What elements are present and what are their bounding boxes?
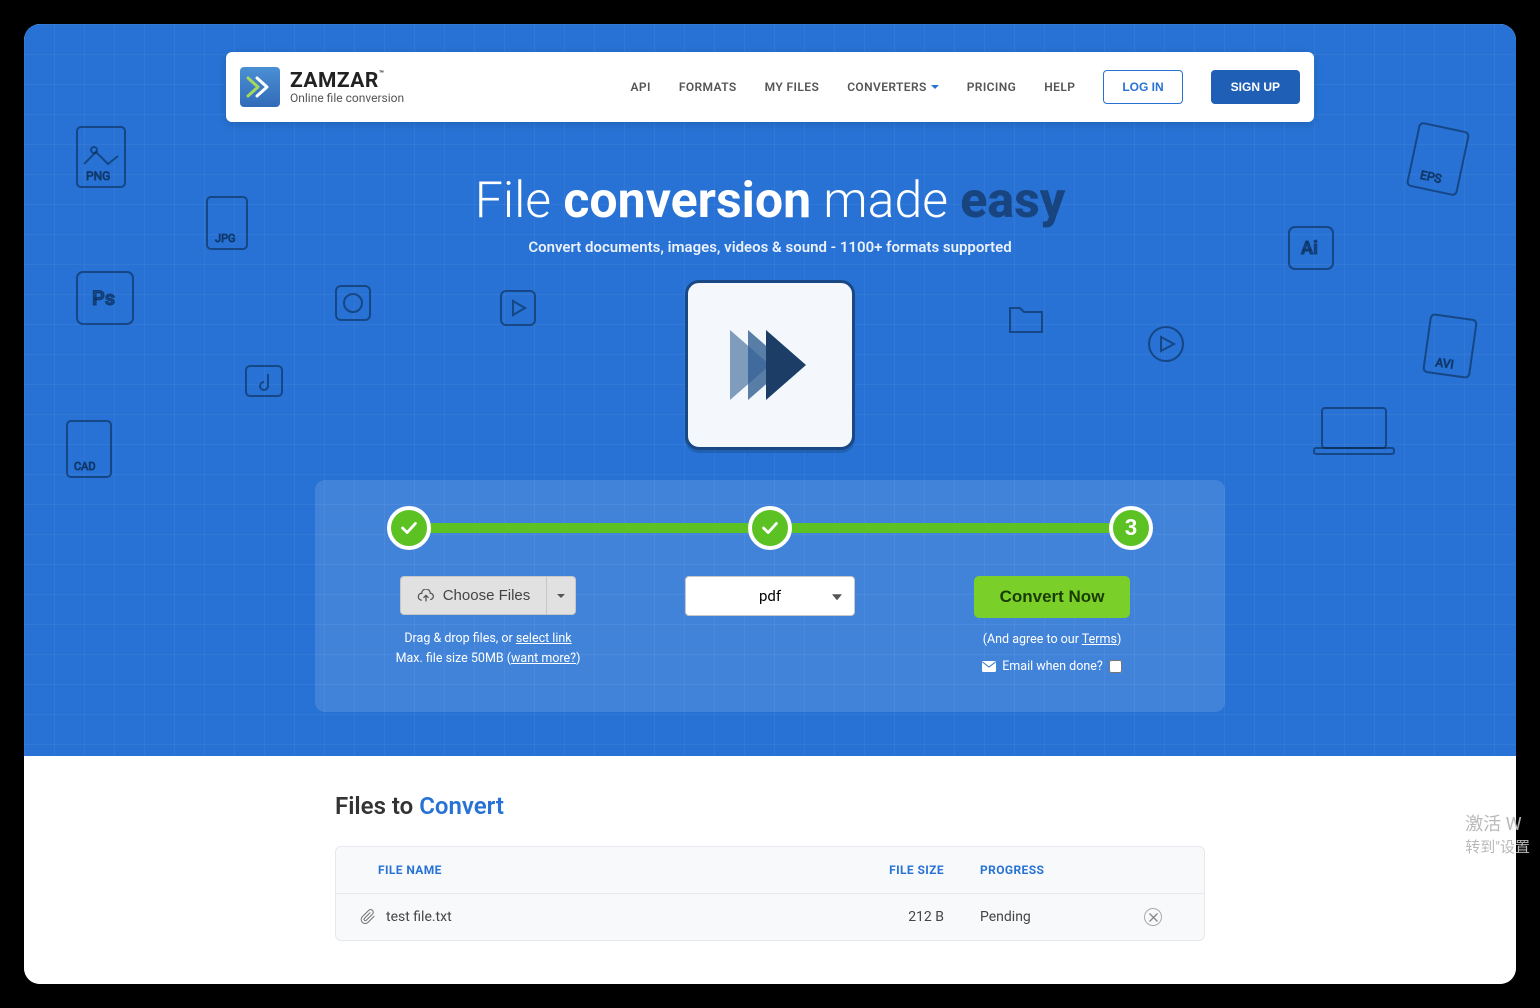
svg-text:PNG: PNG <box>86 169 110 183</box>
nav-converters-label: CONVERTERS <box>847 80 927 94</box>
svg-text:Ai: Ai <box>1301 238 1318 259</box>
nav-formats[interactable]: FORMATS <box>679 80 737 94</box>
signup-button[interactable]: SIGN UP <box>1211 70 1300 104</box>
doodle-file-icon: AVI <box>1420 311 1480 382</box>
step-1-hints: Drag & drop files, or select link Max. f… <box>396 629 581 669</box>
choose-files-label: Choose Files <box>443 587 531 604</box>
doodle-play-icon <box>499 289 537 327</box>
hero-section: PNG JPG Ps CAD EPS Ai AVI <box>24 24 1516 756</box>
doodle-file-icon: CAD <box>64 418 114 480</box>
step-2-badge <box>748 506 792 550</box>
choose-files-button[interactable]: Choose Files <box>400 576 548 615</box>
doodle-ai-icon: Ai <box>1286 224 1336 272</box>
doodle-play-circle-icon <box>1146 324 1186 364</box>
format-select[interactable]: pdf <box>685 576 855 616</box>
step-3-hints: (And agree to our Terms) <box>983 632 1122 647</box>
doodle-note-icon <box>244 364 284 398</box>
remove-file-button[interactable] <box>1144 908 1162 926</box>
email-when-done-checkbox[interactable] <box>1109 660 1122 673</box>
svg-text:Ps: Ps <box>92 286 115 310</box>
files-section-title: Files to Convert <box>335 792 1205 820</box>
doodle-laptop-icon <box>1312 404 1396 460</box>
nav-help[interactable]: HELP <box>1044 80 1075 94</box>
doodle-refresh-icon <box>334 284 372 322</box>
terms-link[interactable]: Terms <box>1082 632 1117 647</box>
logo[interactable]: ZAMZAR™ Online file conversion <box>240 67 404 107</box>
close-icon <box>1149 913 1158 922</box>
cloud-upload-icon <box>417 589 435 603</box>
caret-down-icon <box>931 85 939 89</box>
doodle-folder-icon <box>1006 304 1046 336</box>
col-header-filename: FILE NAME <box>360 863 834 877</box>
file-progress-cell: Pending <box>944 909 1144 925</box>
choose-files-dropdown[interactable] <box>547 576 576 615</box>
navbar: ZAMZAR™ Online file conversion API FORMA… <box>226 52 1314 122</box>
files-to-convert-section: Files to Convert FILE NAME FILE SIZE PRO… <box>24 756 1516 984</box>
brand-tagline: Online file conversion <box>290 92 404 105</box>
svg-text:AVI: AVI <box>1435 355 1455 371</box>
want-more-link[interactable]: want more? <box>511 651 576 666</box>
col-header-filesize: FILE SIZE <box>834 863 944 877</box>
svg-text:EPS: EPS <box>1419 168 1443 186</box>
check-icon <box>398 517 420 539</box>
file-name-cell: test file.txt <box>376 909 834 925</box>
format-selected-value: pdf <box>759 587 781 605</box>
doodle-ps-icon: Ps <box>74 269 136 327</box>
envelope-icon <box>982 661 996 672</box>
svg-text:CAD: CAD <box>74 460 96 473</box>
login-button[interactable]: LOG IN <box>1103 70 1182 104</box>
email-when-done-label: Email when done? <box>1002 659 1103 674</box>
svg-text:JPG: JPG <box>215 232 236 245</box>
step-1-badge <box>387 506 431 550</box>
files-table: FILE NAME FILE SIZE PROGRESS test file.t… <box>335 846 1205 941</box>
nav-pricing[interactable]: PRICING <box>967 80 1017 94</box>
select-link[interactable]: select link <box>516 631 572 646</box>
table-row: test file.txt 212 B Pending <box>336 893 1204 940</box>
attachment-icon <box>360 909 376 925</box>
nav-converters[interactable]: CONVERTERS <box>847 80 939 94</box>
hero-center-icon <box>685 280 855 450</box>
doodle-file-icon: PNG <box>74 124 128 190</box>
check-icon <box>759 517 781 539</box>
step-3-badge: 3 <box>1109 506 1153 550</box>
col-header-progress: PROGRESS <box>944 863 1144 877</box>
convert-now-button[interactable]: Convert Now <box>974 576 1131 618</box>
caret-down-icon <box>557 594 565 598</box>
file-size-cell: 212 B <box>834 909 944 925</box>
brand-name: ZAMZAR™ <box>290 70 404 92</box>
step-progress-bar: 3 <box>387 506 1153 550</box>
nav-my-files[interactable]: MY FILES <box>765 80 820 94</box>
nav-api[interactable]: API <box>630 80 650 94</box>
logo-mark-icon <box>240 67 280 107</box>
doodle-file-icon: JPG <box>204 194 250 252</box>
steps-card: 3 Choose Files <box>315 480 1225 712</box>
